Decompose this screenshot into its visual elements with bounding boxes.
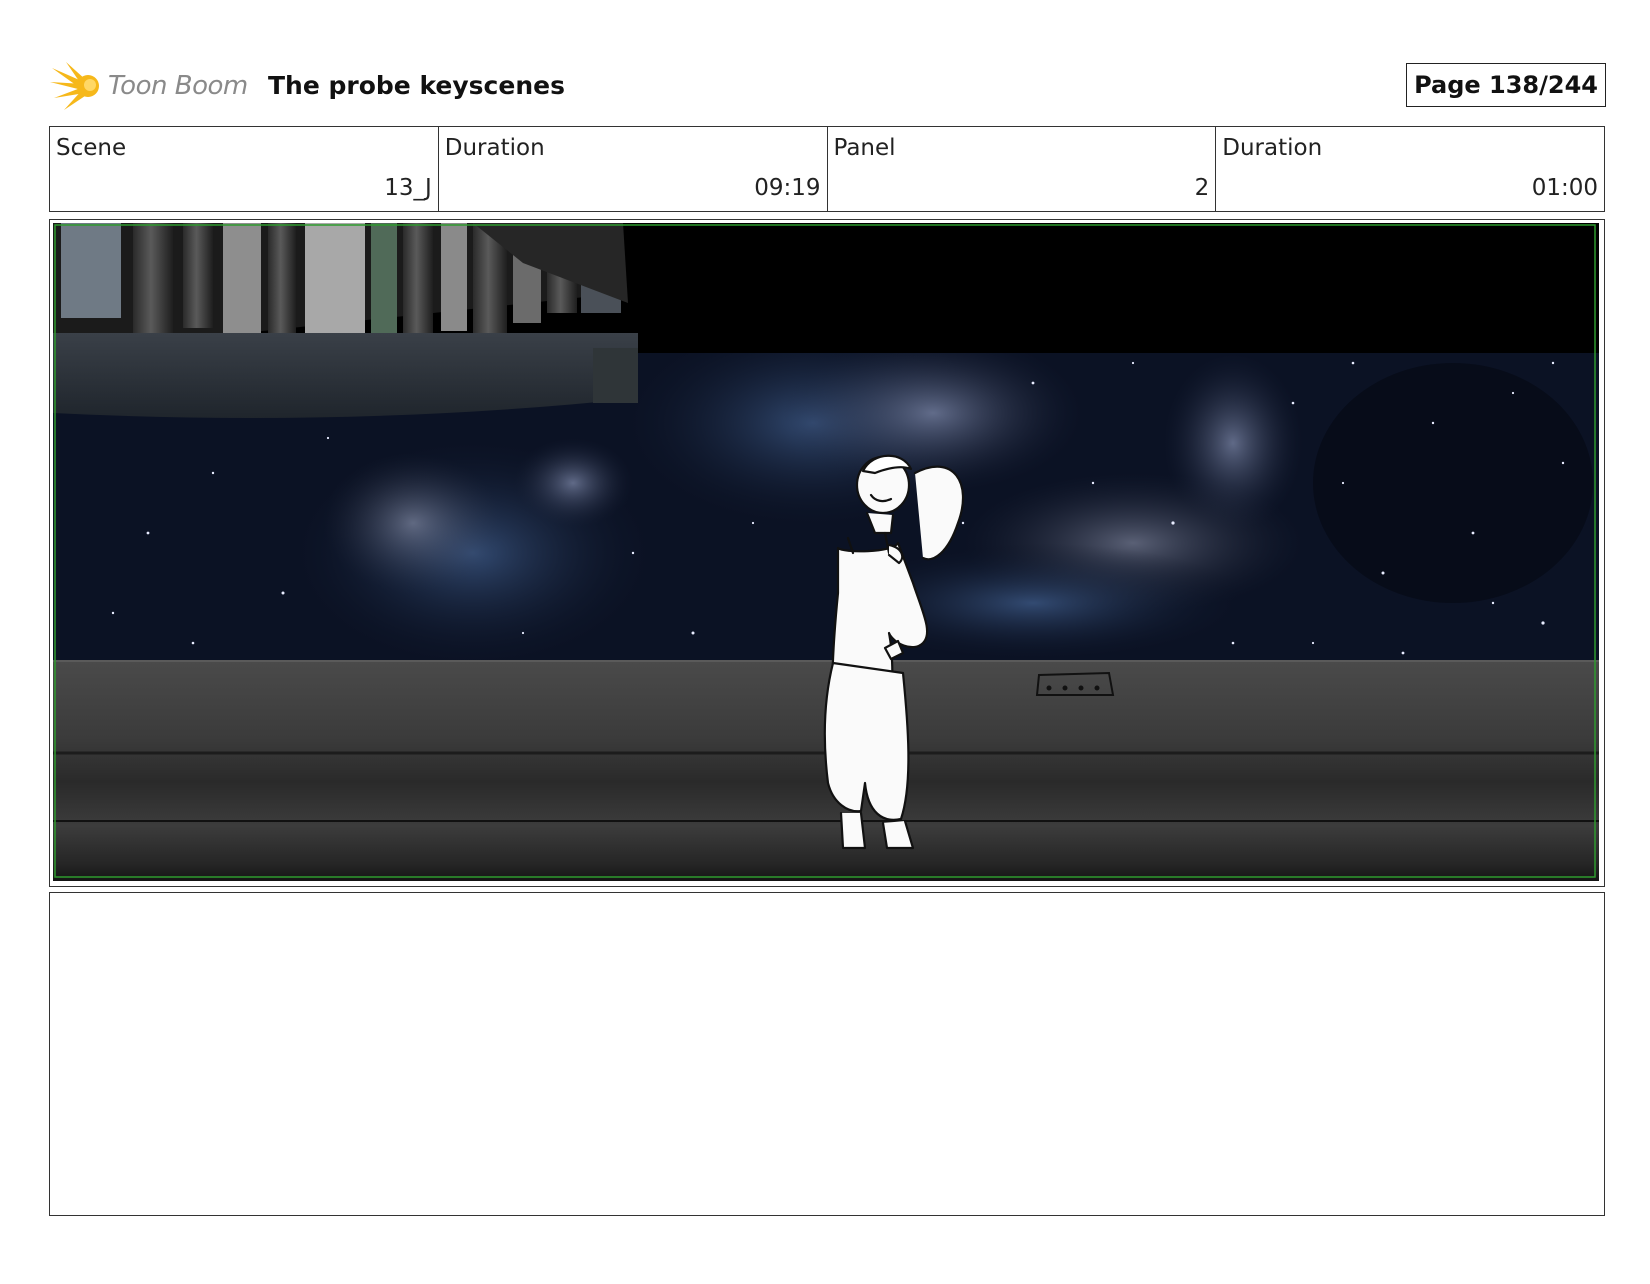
panel-label: Panel (833, 135, 896, 161)
panel-duration-cell: Duration 01:00 (1216, 127, 1604, 211)
page-indicator: Page 138/244 (1406, 63, 1606, 107)
starburst-icon (50, 62, 99, 110)
scene-info-table: Scene 13_J Duration 09:19 Panel 2 Durati… (49, 126, 1605, 212)
panel-cell: Panel 2 (828, 127, 1217, 211)
page-header: Toon Boom The probe keyscenes Page 138/2… (50, 60, 1606, 112)
storyboard-panel (49, 219, 1605, 887)
scene-value: 13_J (384, 175, 432, 201)
panel-image (53, 223, 1599, 881)
panel-illustration (53, 223, 1599, 881)
panel-notes-area[interactable] (49, 892, 1605, 1216)
scene-duration-label: Duration (444, 135, 545, 161)
panel-duration-value: 01:00 (1531, 175, 1598, 201)
scene-duration-cell: Duration 09:19 (439, 127, 828, 211)
scene-cell: Scene 13_J (50, 127, 439, 211)
toon-boom-logo: Toon Boom (50, 60, 250, 112)
panel-duration-label: Duration (1222, 135, 1323, 161)
logo-wordmark: Toon Boom (108, 71, 248, 101)
scene-label: Scene (56, 135, 127, 161)
panel-value: 2 (1194, 175, 1210, 201)
document-title: The probe keyscenes (268, 71, 565, 100)
scene-duration-value: 09:19 (754, 175, 821, 201)
